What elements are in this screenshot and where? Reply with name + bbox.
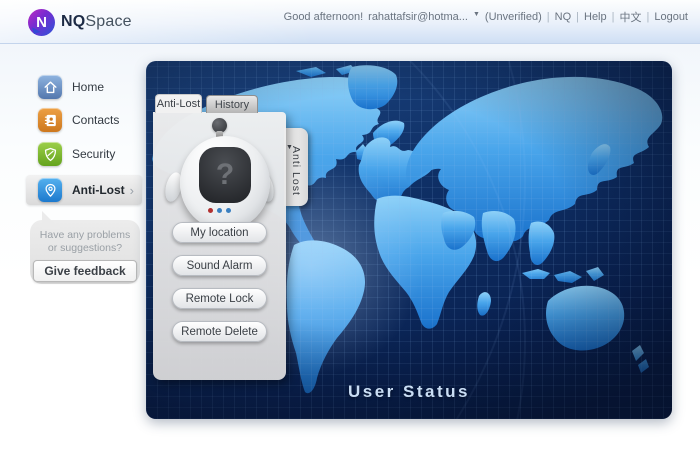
status-light-red: [208, 208, 213, 213]
nq-logo-icon: N: [28, 8, 55, 36]
logo-space-text: Space: [85, 13, 132, 30]
robot-status-lights: [153, 208, 286, 213]
sound-alarm-button[interactable]: Sound Alarm: [172, 255, 267, 276]
anti-lost-side-tab[interactable]: ▼ Anti Lost: [284, 128, 308, 206]
link-nq[interactable]: NQ: [555, 11, 572, 23]
sidebar-label-contacts: Contacts: [72, 113, 120, 127]
sidebar-item-home[interactable]: Home: [26, 73, 142, 101]
divider: |: [546, 11, 550, 23]
tab-history[interactable]: History: [206, 95, 258, 113]
divider: |: [611, 11, 615, 23]
link-help[interactable]: Help: [584, 11, 607, 23]
divider: |: [646, 11, 650, 23]
greeting-text: Good afternoon!: [283, 11, 364, 23]
link-language[interactable]: 中文: [619, 9, 641, 25]
feedback-bubble: Have any problems or suggestions? Give f…: [30, 211, 140, 284]
my-location-button[interactable]: My location: [172, 222, 267, 243]
sidebar-item-security[interactable]: Security: [26, 140, 142, 168]
logo-wordmark: NQSpace: [61, 13, 132, 31]
sidebar-label-home: Home: [72, 80, 105, 94]
dropdown-caret-icon[interactable]: ▼: [473, 11, 480, 18]
anti-lost-map-panel: Anti-Lost History ▼ Anti Lost ? My locat…: [146, 61, 672, 419]
question-mark-glyph: ?: [215, 158, 235, 191]
account-email-dropdown[interactable]: rahattafsir@hotma...: [368, 11, 468, 23]
tab-anti-lost[interactable]: Anti-Lost: [155, 94, 202, 113]
location-pin-icon: [38, 178, 62, 202]
sidebar-item-anti-lost[interactable]: Anti-Lost ›: [26, 175, 142, 205]
divider: |: [576, 11, 579, 23]
link-logout[interactable]: Logout: [654, 11, 688, 23]
robot-face: ?: [199, 147, 251, 203]
remote-lock-button[interactable]: Remote Lock: [172, 288, 267, 309]
home-icon: [38, 75, 62, 99]
collapse-arrow-icon: ▼: [286, 144, 293, 151]
user-account-strip: Good afternoon! rahattafsir@hotma... ▼ (…: [284, 9, 688, 25]
sidebar-item-contacts[interactable]: Contacts: [26, 106, 142, 134]
feedback-line1: Have any problems: [39, 229, 131, 241]
chevron-right-icon: ›: [129, 182, 134, 198]
sidebar-label-security: Security: [72, 147, 116, 161]
feedback-prompt: Have any problems or suggestions?: [30, 220, 140, 255]
remote-delete-button[interactable]: Remote Delete: [172, 321, 267, 342]
anti-lost-control-panel: ? My location Sound Alarm Remote Lock Re…: [153, 112, 286, 380]
page-root: N NQSpace Good afternoon! rahattafsir@ho…: [0, 0, 700, 476]
user-status-label: User Status: [348, 382, 470, 401]
contacts-icon: [38, 108, 62, 132]
status-light-blue: [217, 208, 222, 213]
shield-icon: [38, 142, 62, 166]
verification-status: (Unverified): [484, 11, 542, 23]
feedback-line2: or suggestions?: [47, 242, 123, 254]
give-feedback-button[interactable]: Give feedback: [33, 260, 137, 282]
status-light-blue: [226, 208, 231, 213]
nqspace-logo[interactable]: N NQSpace: [28, 7, 132, 37]
logo-nq-text: NQ: [61, 13, 86, 30]
sidebar-label-anti-lost: Anti-Lost: [72, 183, 125, 197]
